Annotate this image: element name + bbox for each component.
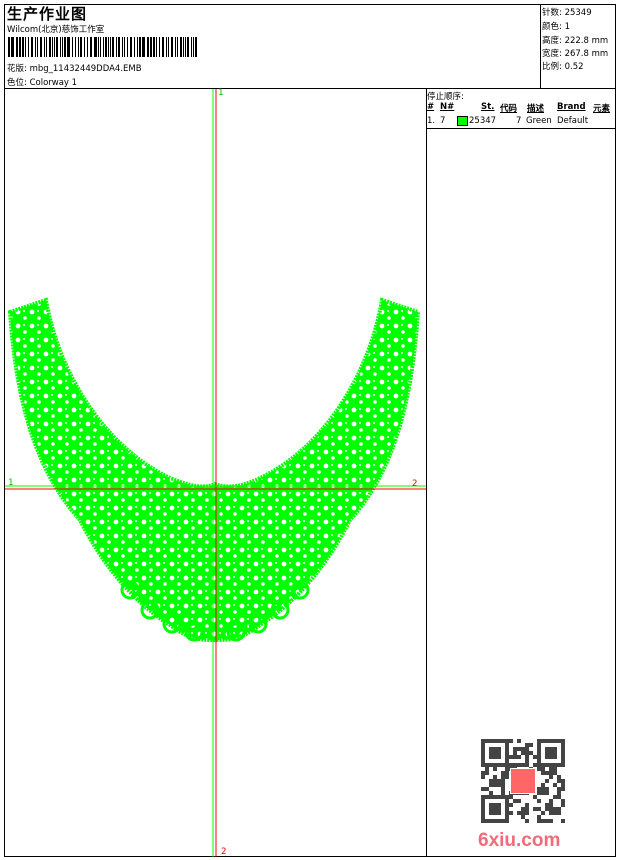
axis-label-bottom: 2 <box>221 847 227 857</box>
embroidery-design <box>5 89 426 857</box>
collar-shape <box>7 297 421 643</box>
axis-label-right: 2 <box>412 479 418 489</box>
stamp-logo <box>510 768 536 794</box>
watermark-site: 6xiu.com <box>478 830 561 851</box>
axis-label-left: 1 <box>8 478 14 488</box>
axis-label-top: 1 <box>218 88 224 98</box>
